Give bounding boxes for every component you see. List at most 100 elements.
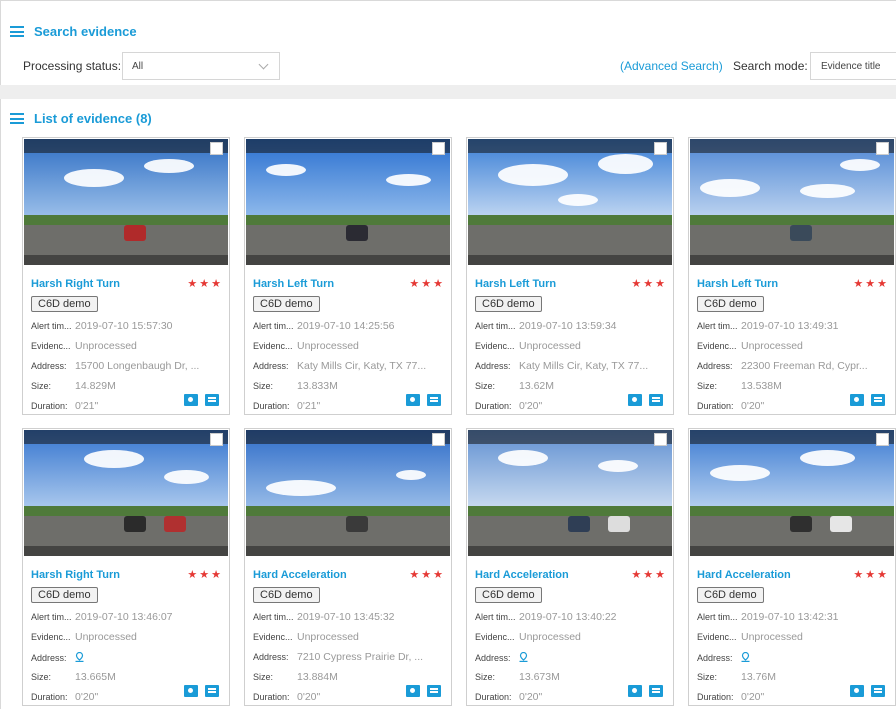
evidence-card[interactable]: Hard Acceleration ★★★ C6D demo Alert tim...… (244, 428, 452, 706)
evidence-status-row: Evidenc... Unprocessed (253, 340, 445, 354)
file-size-label: Size: (253, 672, 274, 682)
duration-label: Duration: (31, 692, 68, 702)
search-section-title: Search evidence (34, 24, 137, 39)
evidence-thumbnail[interactable] (468, 430, 672, 556)
processing-status-value: All (132, 61, 144, 72)
processing-status-select[interactable]: All (122, 52, 280, 80)
select-checkbox[interactable] (876, 433, 889, 446)
thumbnail-cloud (84, 450, 144, 468)
thumbnail-vehicle (608, 516, 630, 532)
evidence-card[interactable]: Harsh Left Turn ★★★ C6D demo Alert tim... 20… (688, 137, 896, 415)
thumbnail-overlay (690, 139, 894, 153)
alert-time-row: Alert tim... 2019-07-10 13:46:07 (31, 611, 223, 625)
evidence-card[interactable]: Harsh Right Turn ★★★ C6D demo Alert tim... 2… (22, 428, 230, 706)
duration-label: Duration: (253, 401, 290, 411)
document-icon[interactable] (649, 394, 663, 406)
evidence-title[interactable]: Harsh Left Turn (253, 278, 334, 290)
file-size-label: Size: (697, 381, 718, 391)
file-size-row: Size: 13.673M (475, 671, 667, 685)
severity-stars: ★★★ (853, 569, 889, 581)
document-icon[interactable] (205, 394, 219, 406)
thumbnail-cloud (266, 164, 306, 176)
thumbnail-vehicle (346, 516, 368, 532)
thumbnail-hood (468, 546, 672, 556)
location-pin-icon[interactable] (519, 651, 528, 662)
evidence-thumbnail[interactable] (24, 430, 228, 556)
location-pin-icon[interactable] (75, 651, 84, 662)
alert-time-row: Alert tim... 2019-07-10 13:45:32 (253, 611, 445, 625)
evidence-card[interactable]: Hard Acceleration ★★★ C6D demo Alert tim...… (466, 428, 674, 706)
evidence-card[interactable]: Harsh Left Turn ★★★ C6D demo Alert tim... 20… (244, 137, 452, 415)
alert-time-value: 2019-07-10 14:25:56 (297, 320, 395, 332)
duration-value: 0'20" (519, 400, 543, 412)
select-checkbox[interactable] (876, 142, 889, 155)
document-icon[interactable] (205, 685, 219, 697)
alert-time-label: Alert tim... (31, 612, 72, 622)
thumbnail-overlay (468, 139, 672, 153)
camera-icon[interactable] (850, 685, 864, 697)
thumbnail-hood (468, 255, 672, 265)
alert-time-label: Alert tim... (475, 612, 516, 622)
evidence-status-label: Evidenc... (475, 341, 515, 351)
duration-label: Duration: (475, 692, 512, 702)
evidence-thumbnail[interactable] (690, 430, 894, 556)
evidence-thumbnail[interactable] (24, 139, 228, 265)
evidence-thumbnail[interactable] (246, 139, 450, 265)
alert-time-value: 2019-07-10 13:40:22 (519, 611, 617, 623)
evidence-status-label: Evidenc... (697, 341, 737, 351)
evidence-title[interactable]: Harsh Left Turn (697, 278, 778, 290)
document-icon[interactable] (427, 394, 441, 406)
evidence-title[interactable]: Hard Acceleration (697, 569, 791, 581)
select-checkbox[interactable] (432, 142, 445, 155)
evidence-title[interactable]: Hard Acceleration (475, 569, 569, 581)
document-icon[interactable] (871, 685, 885, 697)
evidence-thumbnail[interactable] (690, 139, 894, 265)
alert-time-value: 2019-07-10 13:59:34 (519, 320, 617, 332)
camera-icon[interactable] (184, 685, 198, 697)
location-pin-icon[interactable] (741, 651, 750, 662)
select-checkbox[interactable] (654, 142, 667, 155)
camera-icon[interactable] (406, 394, 420, 406)
search-mode-select[interactable]: Evidence title (810, 52, 896, 80)
camera-icon[interactable] (850, 394, 864, 406)
evidence-card[interactable]: Harsh Left Turn ★★★ C6D demo Alert tim... 20… (466, 137, 674, 415)
select-checkbox[interactable] (210, 142, 223, 155)
evidence-status-value: Unprocessed (75, 340, 137, 352)
camera-icon[interactable] (628, 685, 642, 697)
thumbnail-vehicle (124, 516, 146, 532)
evidence-title[interactable]: Harsh Right Turn (31, 569, 120, 581)
alert-time-label: Alert tim... (697, 321, 738, 331)
advanced-search-link[interactable]: (Advanced Search) (620, 59, 723, 73)
camera-icon[interactable] (184, 394, 198, 406)
duration-value: 0'20" (741, 691, 765, 703)
evidence-thumbnail[interactable] (468, 139, 672, 265)
evidence-status-row: Evidenc... Unprocessed (475, 340, 667, 354)
evidence-title[interactable]: Harsh Right Turn (31, 278, 120, 290)
duration-label: Duration: (697, 401, 734, 411)
document-icon[interactable] (649, 685, 663, 697)
thumbnail-cloud (396, 470, 426, 480)
evidence-card[interactable]: Hard Acceleration ★★★ C6D demo Alert tim...… (688, 428, 896, 706)
address-value: Katy Mills Cir, Katy, TX 77... (297, 360, 427, 372)
evidence-title[interactable]: Harsh Left Turn (475, 278, 556, 290)
thumbnail-cloud (840, 159, 880, 171)
file-size-row: Size: 14.829M (31, 380, 223, 394)
file-size-row: Size: 13.665M (31, 671, 223, 685)
evidence-thumbnail[interactable] (246, 430, 450, 556)
select-checkbox[interactable] (654, 433, 667, 446)
severity-stars: ★★★ (187, 569, 223, 581)
thumbnail-hood (24, 255, 228, 265)
camera-icon[interactable] (628, 394, 642, 406)
evidence-status-label: Evidenc... (31, 341, 71, 351)
menu-icon (10, 26, 24, 37)
evidence-title[interactable]: Hard Acceleration (253, 569, 347, 581)
severity-stars: ★★★ (187, 278, 223, 290)
address-label: Address: (475, 361, 511, 371)
document-icon[interactable] (871, 394, 885, 406)
select-checkbox[interactable] (432, 433, 445, 446)
evidence-card[interactable]: Harsh Right Turn ★★★ C6D demo Alert tim... 2… (22, 137, 230, 415)
camera-icon[interactable] (406, 685, 420, 697)
file-size-row: Size: 13.62M (475, 380, 667, 394)
document-icon[interactable] (427, 685, 441, 697)
select-checkbox[interactable] (210, 433, 223, 446)
